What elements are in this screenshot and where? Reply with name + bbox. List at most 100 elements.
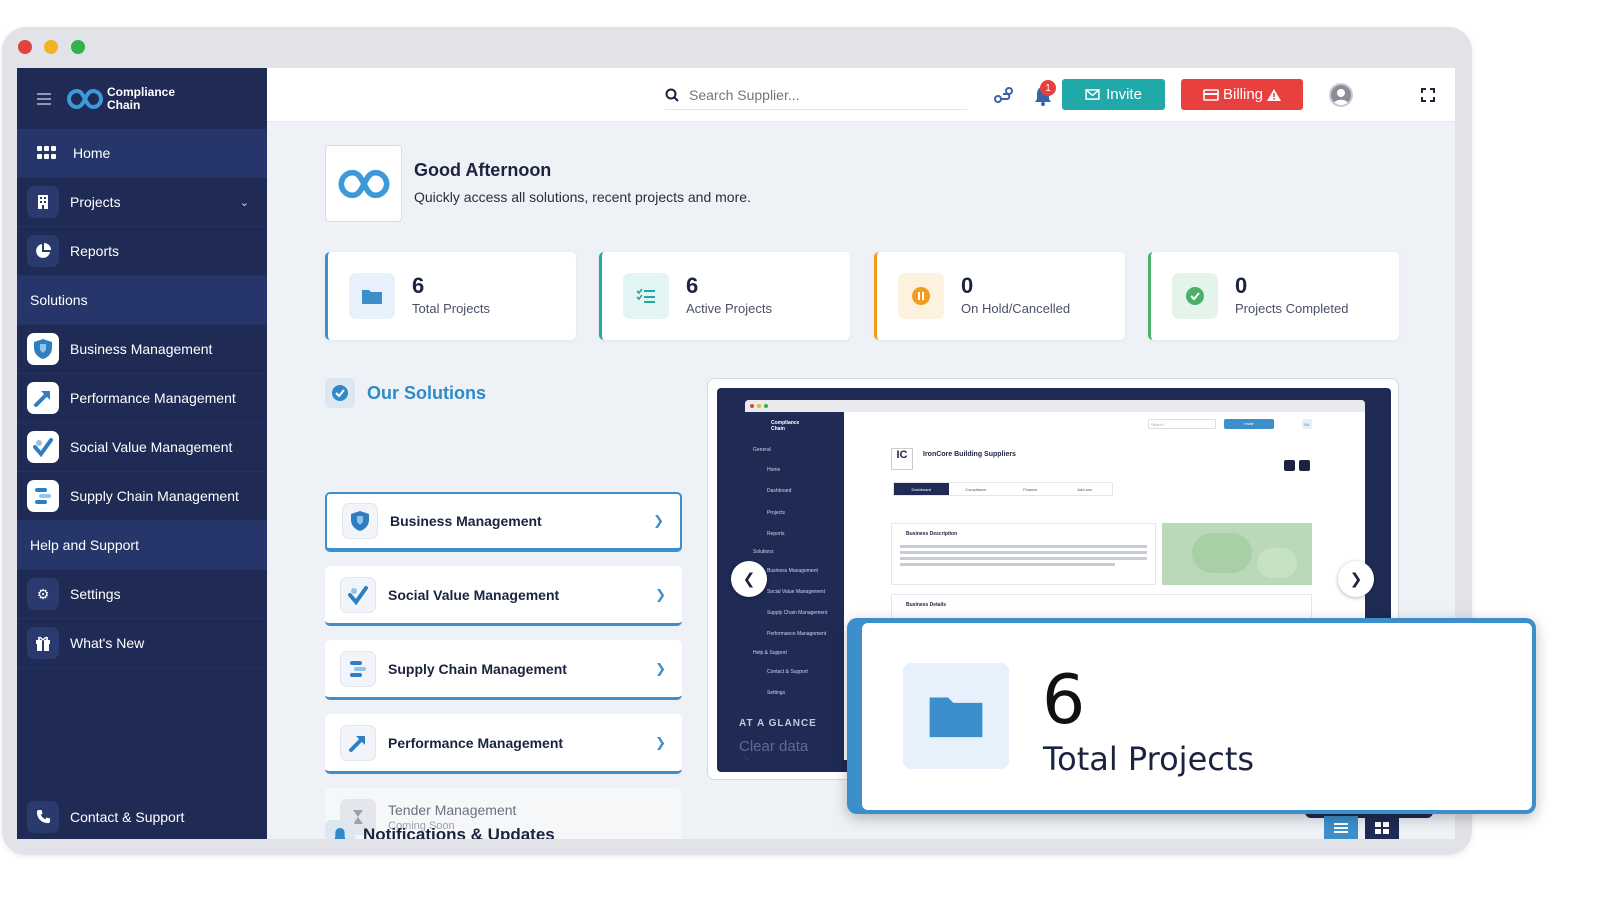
solution-card-label: Business Management — [390, 513, 542, 529]
stat-value: 6 — [686, 273, 699, 298]
mini-action-icon — [1284, 460, 1295, 471]
mini-tabs: Dashboard Compliance Finance Add-ons — [893, 482, 1113, 496]
sidebar-item-label: Performance Management — [70, 390, 236, 406]
billing-label: Billing — [1222, 86, 1264, 103]
warning-icon — [1267, 88, 1282, 101]
sidebar-item-performance-management[interactable]: Performance Management — [17, 374, 267, 423]
stat-card-on-hold[interactable]: 0 On Hold/Cancelled — [874, 252, 1125, 340]
mini-tab: Dashboard — [894, 483, 949, 495]
mini-sidebar-item: Contact & Support — [767, 669, 808, 675]
clear-data-label: Clear data — [739, 738, 809, 755]
avatar[interactable] — [1329, 83, 1353, 107]
mini-section-title: Business Description — [906, 531, 958, 537]
solution-card-social-value-management[interactable]: Social Value Management ❯ — [325, 566, 682, 626]
stat-value: 6 — [412, 273, 425, 298]
sidebar-item-label: Social Value Management — [70, 439, 233, 455]
window-close-dot[interactable] — [18, 40, 32, 54]
sidebar-item-label: Settings — [70, 586, 121, 602]
sidebar-item-contact-support[interactable]: Contact & Support — [17, 792, 267, 839]
stat-label: On Hold/Cancelled — [961, 301, 1071, 316]
mini-sidebar-item: Help & Support — [753, 650, 787, 656]
sidebar-item-business-management[interactable]: Business Management — [17, 325, 267, 374]
mini-sidebar-item: Solutions — [753, 549, 774, 555]
grid-apps-icon — [37, 146, 56, 159]
stat-card-completed[interactable]: 0 Projects Completed — [1148, 252, 1399, 340]
solution-card-business-management[interactable]: Business Management ❯ — [325, 492, 682, 552]
supplier-search[interactable] — [665, 80, 967, 110]
solution-card-performance-management[interactable]: Performance Management ❯ — [325, 714, 682, 774]
gear-icon: ⚙ — [27, 578, 59, 610]
stat-card-total-projects[interactable]: 6 Total Projects — [325, 252, 576, 340]
compliance-chain-logo-icon — [67, 88, 103, 109]
credit-card-icon — [1203, 88, 1219, 101]
window-maximize-dot[interactable] — [71, 40, 85, 54]
mini-brand: Compliance Chain — [771, 420, 799, 432]
building-icon — [27, 186, 59, 218]
grid-icon — [1375, 821, 1389, 834]
top-bar: 1 Invite Billing — [267, 68, 1455, 122]
stat-label: Active Projects — [686, 301, 772, 316]
brand-line-2: Chain — [107, 97, 141, 112]
bell-icon — [325, 820, 355, 839]
greeting-title: Good Afternoon — [414, 160, 552, 180]
sidebar-item-label: Reports — [70, 243, 120, 259]
brand-line-1: Compliance — [107, 84, 176, 99]
stat-card-active-projects[interactable]: 6 Active Projects — [599, 252, 850, 340]
mini-tab: Compliance — [965, 487, 987, 492]
billing-button[interactable]: Billing — [1181, 79, 1303, 110]
mini-map-region — [1257, 548, 1297, 578]
sidebar-item-label: What's New — [70, 635, 145, 651]
carousel-prev-button[interactable]: ❮ — [731, 561, 767, 597]
our-solutions-heading: Our Solutions — [325, 378, 486, 408]
hamburger-menu-icon[interactable] — [37, 92, 51, 105]
invite-button[interactable]: Invite — [1062, 79, 1165, 110]
sidebar-item-supply-chain-management[interactable]: Supply Chain Management — [17, 472, 267, 521]
window-minimize-dot[interactable] — [44, 40, 58, 54]
sidebar-item-reports[interactable]: Reports — [17, 227, 267, 276]
mini-sidebar-item: Home — [767, 467, 781, 473]
sidebar-item-settings[interactable]: ⚙ Settings — [17, 570, 267, 619]
stat-value: 0 — [1235, 273, 1248, 298]
sidebar-section-solutions: Solutions — [17, 276, 267, 325]
phone-icon — [27, 800, 59, 833]
route-share-icon[interactable] — [994, 86, 1014, 104]
brand-name: Compliance Chain — [107, 84, 176, 112]
mini-invite: Invite — [1224, 419, 1274, 429]
carousel-next-button[interactable]: ❯ — [1338, 561, 1374, 597]
stat-label: Projects Completed — [1235, 301, 1349, 316]
fullscreen-icon[interactable] — [1421, 88, 1435, 102]
notifications-bell[interactable]: 1 — [1034, 80, 1056, 111]
sidebar-item-whats-new[interactable]: What's New — [17, 619, 267, 668]
solution-card-supply-chain-management[interactable]: Supply Chain Management ❯ — [325, 640, 682, 700]
sidebar-item-social-value-management[interactable]: Social Value Management — [17, 423, 267, 472]
total-projects-zoom-card: 6 Total Projects — [847, 618, 1536, 814]
mini-company-name: IronCore Building Suppliers — [923, 451, 1016, 458]
check-heart-icon — [340, 576, 376, 613]
sidebar-section-label: Help and Support — [30, 537, 139, 553]
sidebar-item-home[interactable]: Home — [17, 129, 267, 178]
checklist-icon — [623, 273, 669, 319]
check-heart-icon — [27, 431, 59, 463]
mini-sidebar-item: Settings — [767, 690, 786, 696]
envelope-icon — [1085, 89, 1100, 100]
mini-map — [1162, 523, 1312, 585]
supply-chain-icon — [27, 480, 59, 512]
sidebar-item-projects[interactable]: Projects ⌄ — [17, 178, 267, 227]
list-icon — [1334, 822, 1348, 833]
mini-sidebar-item: General — [753, 447, 771, 453]
solutions-title: Our Solutions — [367, 382, 486, 403]
arrow-up-right-icon — [27, 382, 59, 414]
folder-icon — [349, 273, 395, 319]
grid-view-button[interactable] — [1365, 816, 1399, 839]
solution-card-label: Social Value Management — [388, 586, 560, 603]
search-input[interactable] — [689, 86, 949, 103]
sidebar: Compliance Chain Home Projects ⌄ Reports — [17, 68, 267, 839]
stat-label: Total Projects — [412, 301, 491, 316]
mini-search: Search — [1148, 419, 1216, 429]
chevron-down-icon[interactable]: ⌄ — [240, 196, 249, 209]
list-view-button[interactable] — [1324, 816, 1358, 839]
solution-card-label: Supply Chain Management — [388, 660, 567, 677]
zoom-card-body: 6 Total Projects — [862, 623, 1532, 810]
mini-text-line — [900, 557, 1147, 560]
mini-section-title: Business Details — [906, 602, 947, 608]
